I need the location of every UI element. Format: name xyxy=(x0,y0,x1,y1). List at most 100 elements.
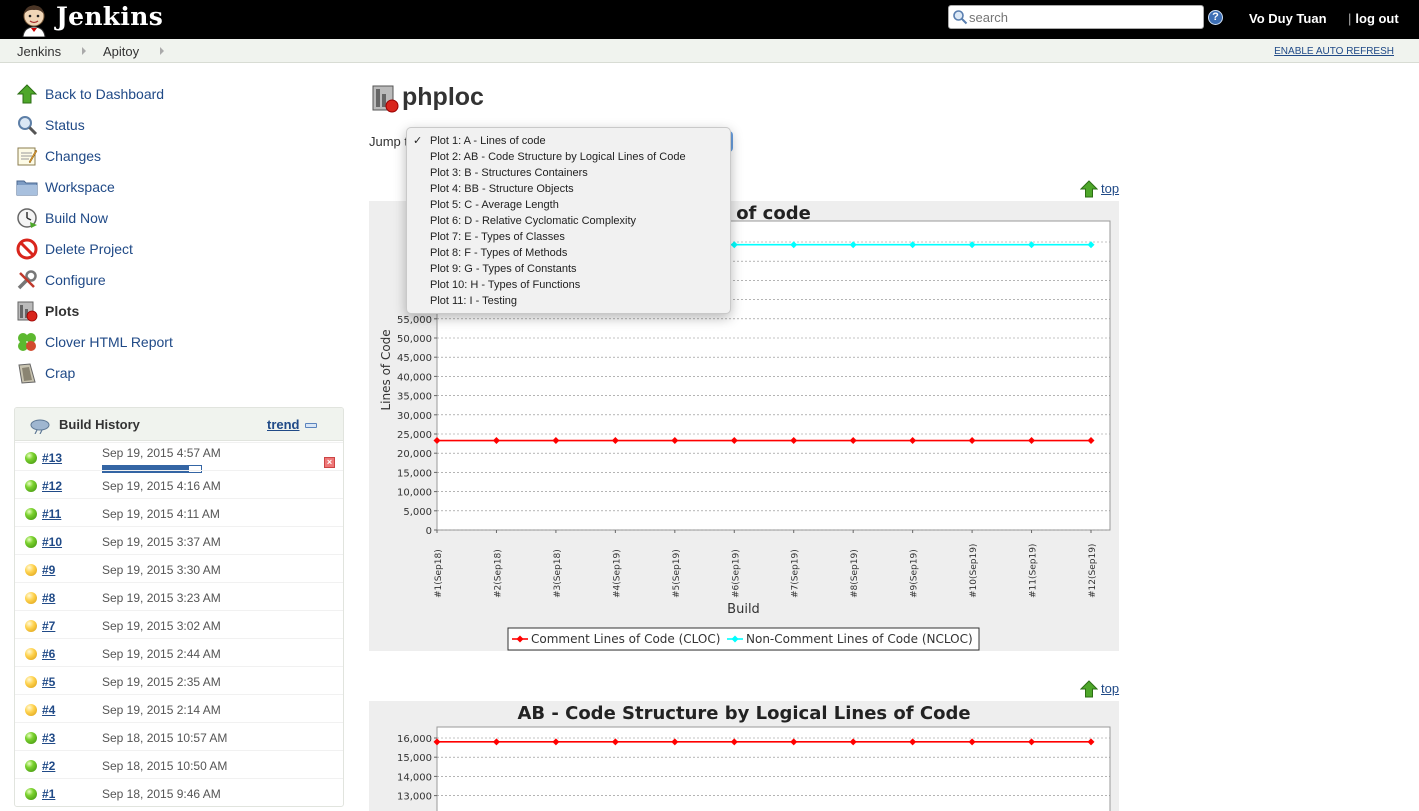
build-date-link[interactable]: Sep 18, 2015 10:57 AM xyxy=(102,731,227,745)
search-box[interactable] xyxy=(948,5,1204,29)
y-tick-label: 30,000 xyxy=(397,411,432,422)
logout-label[interactable]: log out xyxy=(1355,11,1398,26)
top-link-label[interactable]: top xyxy=(1101,681,1119,696)
task-label[interactable]: Crap xyxy=(45,365,75,381)
unstable-ball-icon[interactable] xyxy=(25,620,37,632)
plot-option[interactable]: Plot 10: H - Types of Functions xyxy=(407,277,730,293)
success-ball-icon[interactable] xyxy=(25,760,37,772)
build-date-link[interactable]: Sep 19, 2015 4:16 AM xyxy=(102,479,221,493)
breadcrumb-separator-icon[interactable] xyxy=(82,47,86,55)
build-history-row: #12 Sep 19, 2015 4:16 AM xyxy=(15,470,343,498)
plot-option[interactable]: ✓ Plot 1: A - Lines of code xyxy=(407,133,730,149)
build-date-link[interactable]: Sep 19, 2015 2:14 AM xyxy=(102,703,221,717)
success-ball-icon[interactable] xyxy=(25,732,37,744)
task-label[interactable]: Changes xyxy=(45,148,101,164)
plot-jump-dropdown[interactable]: ✓ Plot 1: A - Lines of code Plot 2: AB - C… xyxy=(406,127,731,314)
build-number-link[interactable]: #13 xyxy=(42,451,62,465)
jenkins-butler-logo-icon[interactable] xyxy=(18,3,50,37)
task-label[interactable]: Clover HTML Report xyxy=(45,334,173,350)
build-number-link[interactable]: #2 xyxy=(42,759,55,773)
x-tick-label: #8(Sep19) xyxy=(850,549,860,598)
plot-option-label: Plot 2: AB - Code Structure by Logical L… xyxy=(430,151,686,163)
build-date-link[interactable]: Sep 19, 2015 2:44 AM xyxy=(102,647,221,661)
task-label[interactable]: Status xyxy=(45,117,85,133)
build-number-link[interactable]: #10 xyxy=(42,535,62,549)
user-name-link[interactable]: Vo Duy Tuan xyxy=(1249,11,1327,26)
build-date-link[interactable]: Sep 19, 2015 4:57 AM xyxy=(102,446,221,460)
task-label[interactable]: Back to Dashboard xyxy=(45,86,164,102)
build-date-link[interactable]: Sep 18, 2015 10:50 AM xyxy=(102,759,227,773)
wrench-icon xyxy=(17,270,37,290)
plot-option[interactable]: Plot 9: G - Types of Constants xyxy=(407,261,730,277)
top-link-label[interactable]: top xyxy=(1101,181,1119,196)
search-input[interactable] xyxy=(969,8,1199,26)
build-number-link[interactable]: #12 xyxy=(42,479,62,493)
collapse-icon[interactable] xyxy=(305,423,317,428)
task-label[interactable]: Plots xyxy=(45,303,79,319)
build-date-link[interactable]: Sep 19, 2015 4:11 AM xyxy=(102,507,220,521)
build-date-link[interactable]: Sep 19, 2015 3:30 AM xyxy=(102,563,221,577)
plot-option[interactable]: Plot 2: AB - Code Structure by Logical L… xyxy=(407,149,730,165)
plot-option[interactable]: Plot 11: I - Testing xyxy=(407,293,730,309)
y-tick-label: 25,000 xyxy=(397,430,432,441)
enable-auto-refresh-link[interactable]: ENABLE AUTO REFRESH xyxy=(1274,46,1394,57)
x-tick-label: #3(Sep18) xyxy=(553,549,563,598)
task-label[interactable]: Workspace xyxy=(45,179,115,195)
build-date-link[interactable]: Sep 19, 2015 3:37 AM xyxy=(102,535,221,549)
y-tick-label: 55,000 xyxy=(397,315,432,326)
plot-option-label: Plot 7: E - Types of Classes xyxy=(430,231,565,243)
stop-build-icon[interactable]: × xyxy=(324,457,335,468)
success-ball-icon[interactable] xyxy=(25,480,37,492)
success-ball-icon[interactable] xyxy=(25,508,37,520)
plot-option[interactable]: Plot 5: C - Average Length xyxy=(407,197,730,213)
task-label[interactable]: Build Now xyxy=(45,210,108,226)
unstable-ball-icon[interactable] xyxy=(25,648,37,660)
chart-code-structure: AB - Code Structure by Logical Lines of … xyxy=(369,701,1119,811)
build-number-link[interactable]: #9 xyxy=(42,563,55,577)
logout-link[interactable]: | log out xyxy=(1348,11,1399,26)
plot-option-label: Plot 6: D - Relative Cyclomatic Complexi… xyxy=(430,215,637,227)
task-label[interactable]: Configure xyxy=(45,272,106,288)
build-number-link[interactable]: #5 xyxy=(42,675,55,689)
build-number-link[interactable]: #3 xyxy=(42,731,55,745)
plot-option-label: Plot 10: H - Types of Functions xyxy=(430,279,581,291)
plot-option[interactable]: Plot 4: BB - Structure Objects xyxy=(407,181,730,197)
build-date-link[interactable]: Sep 19, 2015 3:02 AM xyxy=(102,619,221,633)
success-ball-icon[interactable] xyxy=(25,452,37,464)
plot-option[interactable]: Plot 6: D - Relative Cyclomatic Complexi… xyxy=(407,213,730,229)
breadcrumb-apitoy[interactable]: Apitoy xyxy=(103,44,139,59)
build-number-link[interactable]: #8 xyxy=(42,591,55,605)
build-number-link[interactable]: #6 xyxy=(42,647,55,661)
build-number-link[interactable]: #7 xyxy=(42,619,55,633)
build-date-link[interactable]: Sep 19, 2015 3:23 AM xyxy=(102,591,221,605)
chart-title: AB - Code Structure by Logical Lines of … xyxy=(517,703,970,724)
task-label[interactable]: Delete Project xyxy=(45,241,133,257)
success-ball-icon[interactable] xyxy=(25,536,37,548)
plot-icon xyxy=(17,301,38,322)
x-tick-label: #10(Sep19) xyxy=(969,544,979,598)
build-number-link[interactable]: #1 xyxy=(42,787,55,801)
build-date-link[interactable]: Sep 19, 2015 2:35 AM xyxy=(102,675,221,689)
jenkins-logo-text[interactable]: Jenkins xyxy=(56,2,163,31)
build-history-trend-link[interactable]: trend xyxy=(267,417,300,432)
build-date-link[interactable]: Sep 18, 2015 9:46 AM xyxy=(102,787,221,801)
breadcrumb: Jenkins Apitoy ENABLE AUTO REFRESH xyxy=(0,39,1419,63)
unstable-ball-icon[interactable] xyxy=(25,564,37,576)
breadcrumb-separator-icon[interactable] xyxy=(160,47,164,55)
y-tick-label: 40,000 xyxy=(397,372,432,383)
search-icon xyxy=(953,10,968,25)
breadcrumb-jenkins[interactable]: Jenkins xyxy=(17,44,61,59)
plot-option[interactable]: Plot 8: F - Types of Methods xyxy=(407,245,730,261)
success-ball-icon[interactable] xyxy=(25,788,37,800)
build-history-title: Build History xyxy=(59,417,140,432)
unstable-ball-icon[interactable] xyxy=(25,704,37,716)
help-icon[interactable]: ? xyxy=(1208,10,1223,25)
build-number-link[interactable]: #4 xyxy=(42,703,55,717)
y-tick-label: 5,000 xyxy=(403,507,432,518)
plot-option[interactable]: Plot 3: B - Structures Containers xyxy=(407,165,730,181)
unstable-ball-icon[interactable] xyxy=(25,592,37,604)
plot-area xyxy=(436,726,1111,811)
unstable-ball-icon[interactable] xyxy=(25,676,37,688)
build-number-link[interactable]: #11 xyxy=(42,507,61,521)
plot-option[interactable]: Plot 7: E - Types of Classes xyxy=(407,229,730,245)
